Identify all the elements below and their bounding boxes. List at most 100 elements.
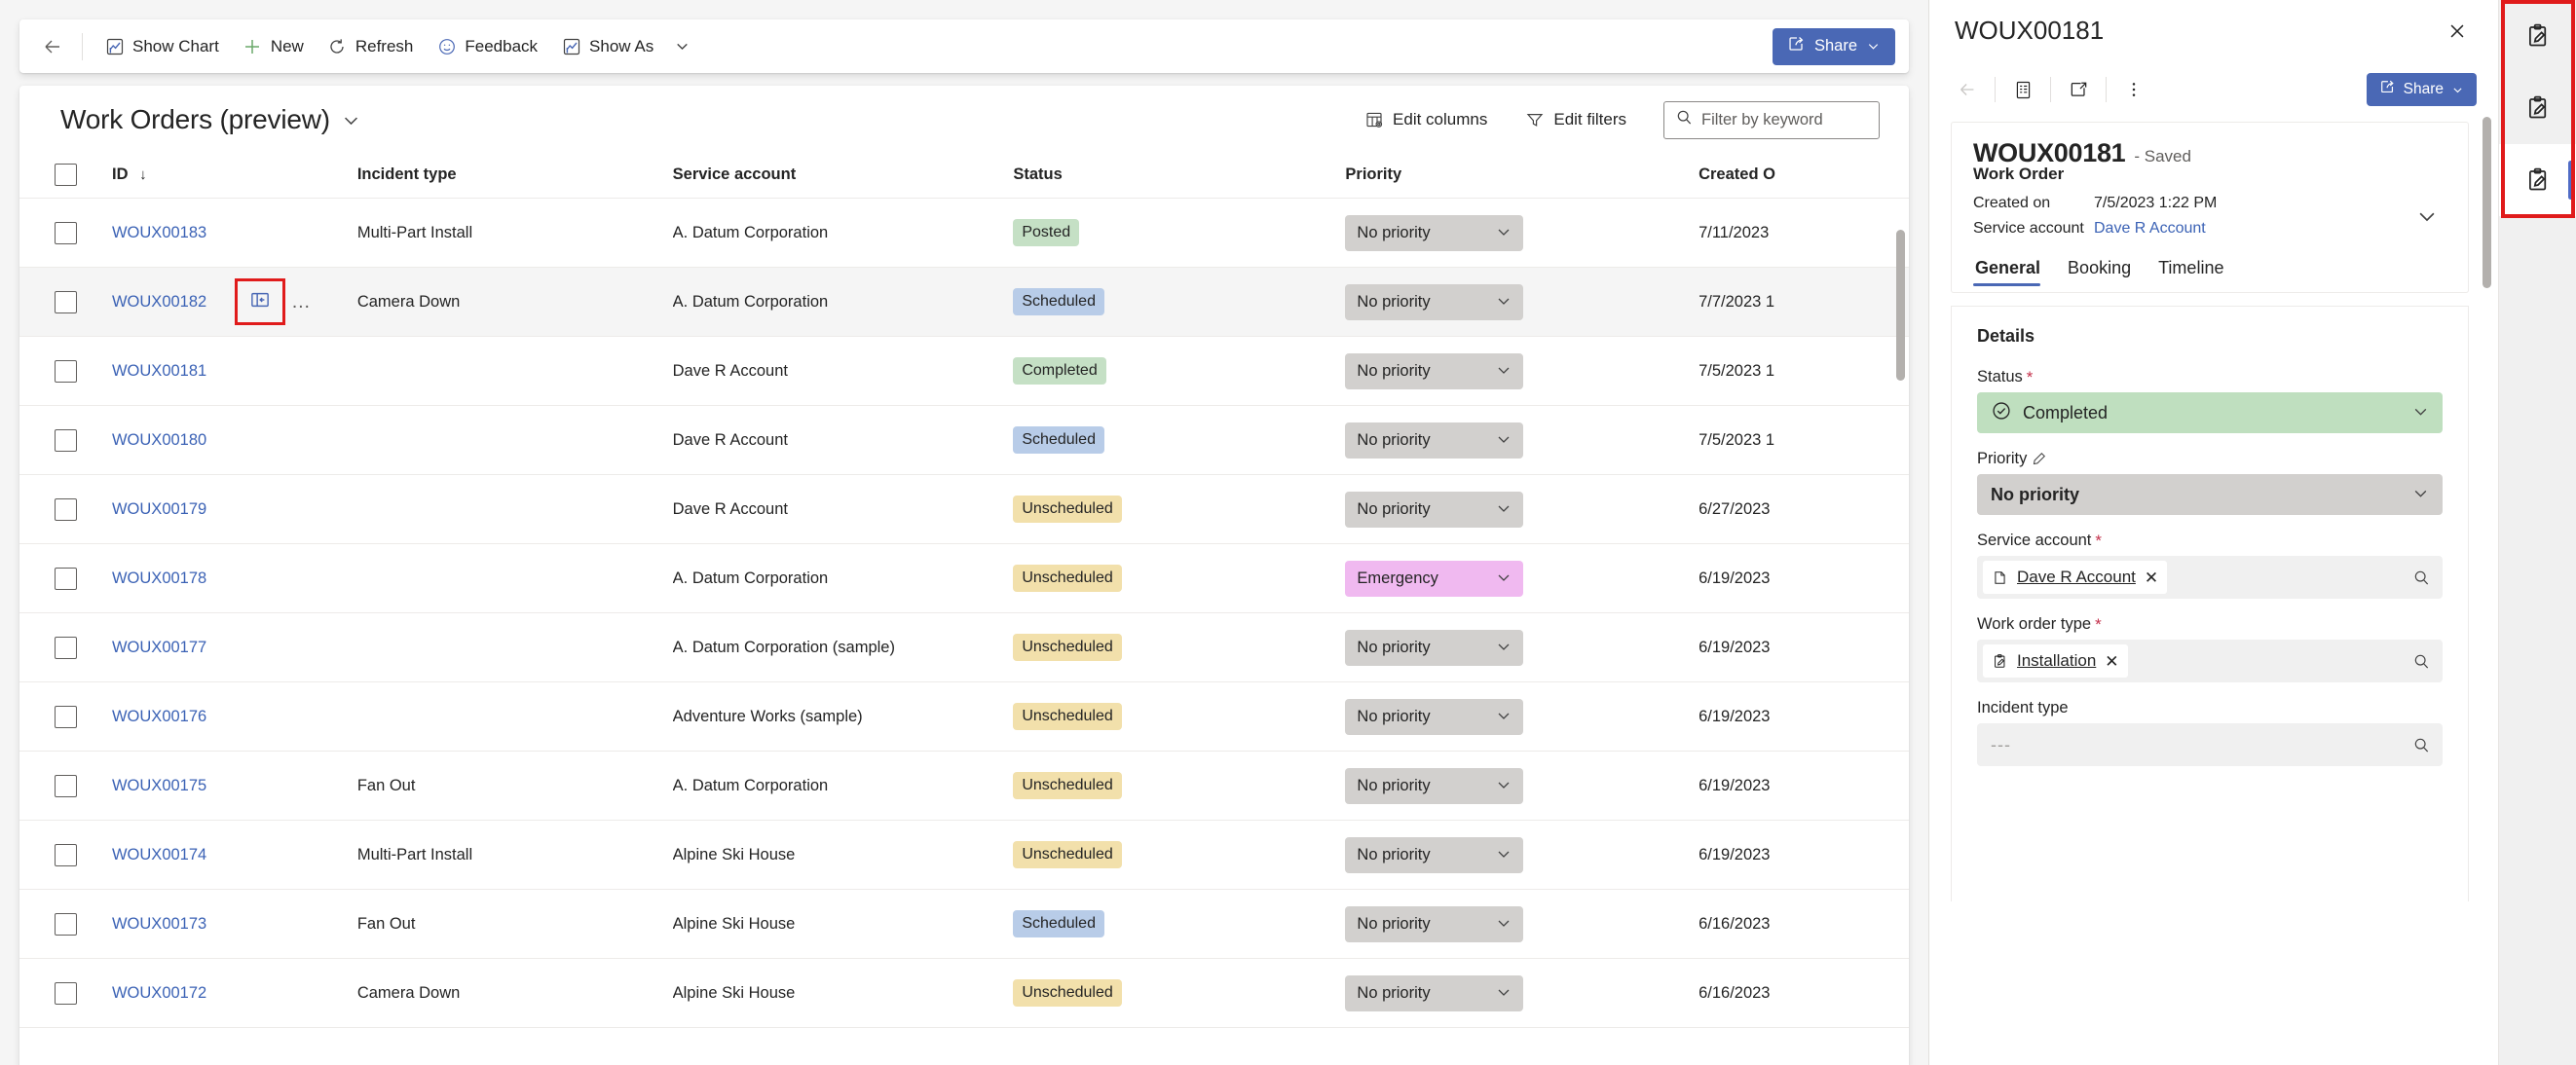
priority-select[interactable]: No priority [1345,767,1524,804]
table-row[interactable]: WOUX00178 A. Datum Corporation Unscheduled… [19,543,1909,613]
table-row[interactable]: WOUX00176 Adventure Works (sample) Unsched… [19,681,1909,752]
table-row[interactable]: WOUX00175 Fan Out A. Datum Corporation Unsc… [19,751,1909,821]
row-checkbox[interactable] [55,774,77,797]
edit-filters-button[interactable]: Edit filters [1512,101,1638,138]
priority-select[interactable]: No priority [1345,974,1524,1011]
service-account-chip[interactable]: Dave R Account ✕ [1983,561,2168,595]
priority-select[interactable]: No priority [1345,698,1524,735]
select-all-checkbox[interactable] [55,164,77,186]
column-header-incident-type[interactable]: Incident type [356,154,673,199]
close-button[interactable] [2438,12,2477,51]
row-checkbox[interactable] [55,981,77,1005]
table-row[interactable]: WOUX00182 … Camera Down A. Datum Corporatio… [19,267,1909,337]
back-button[interactable] [33,27,72,66]
search-box[interactable] [1663,100,1880,139]
service-account-chip-text[interactable]: Dave R Account [2017,568,2136,587]
record-link[interactable]: WOUX00176 [112,708,206,725]
priority-select[interactable]: No priority [1345,214,1524,251]
work-order-type-lookup[interactable]: Installation ✕ [1977,640,2443,683]
list-scrollbar[interactable] [1896,230,1905,1065]
lookup-search-icon[interactable] [2412,569,2431,587]
lookup-search-icon[interactable] [2412,736,2431,754]
priority-select[interactable]: No priority [1345,905,1524,942]
row-checkbox[interactable] [55,843,77,866]
new-button[interactable]: New [231,27,316,66]
table-row[interactable]: WOUX00183 Multi-Part Install A. Datum Corp… [19,198,1909,268]
record-link[interactable]: WOUX00175 [112,777,206,794]
panel-share-button[interactable]: Share [2366,73,2477,106]
share-button[interactable]: Share [1772,27,1895,65]
work-order-type-chip[interactable]: Installation ✕ [1983,644,2128,679]
incident-type-lookup[interactable]: --- [1977,723,2443,767]
priority-select[interactable]: No priority [1345,422,1524,459]
tab-timeline[interactable]: Timeline [2145,254,2237,292]
show-as-chevron-button[interactable] [665,27,698,66]
search-input[interactable] [1701,110,1868,129]
table-row[interactable]: WOUX00174 Multi-Part Install Alpine Ski Ho… [19,820,1909,890]
table-row[interactable]: WOUX00179 Dave R Account Unscheduled No pri… [19,474,1909,544]
row-checkbox[interactable] [55,221,77,244]
table-row[interactable]: WOUX00172 Camera Down Alpine Ski House Unsc… [19,958,1909,1028]
record-link[interactable]: WOUX00182 [112,293,206,311]
priority-select[interactable]: Emergency [1345,560,1524,597]
record-header-expand-button[interactable] [2409,199,2445,234]
column-header-service-account[interactable]: Service account [672,154,1014,199]
priority-select[interactable]: No priority [1345,629,1524,666]
row-checkbox[interactable] [55,567,77,590]
record-link[interactable]: WOUX00180 [112,431,206,449]
feedback-button[interactable]: Feedback [425,27,549,66]
record-link[interactable]: WOUX00183 [112,224,206,241]
priority-select[interactable]: No priority [1345,283,1524,320]
show-chart-button[interactable]: Show Chart [93,27,231,66]
record-link[interactable]: WOUX00174 [112,846,206,863]
record-link[interactable]: WOUX00181 [112,362,206,380]
record-link[interactable]: WOUX00178 [112,569,206,587]
panel-form-button[interactable] [2002,69,2043,110]
refresh-button[interactable]: Refresh [316,27,426,66]
rail-item-2[interactable] [2499,72,2576,144]
open-side-panel-button[interactable] [234,278,285,325]
panel-more-button[interactable] [2113,69,2154,110]
row-overflow-button[interactable]: … [287,291,313,313]
row-checkbox[interactable] [55,428,77,452]
table-row[interactable]: WOUX00173 Fan Out Alpine Ski House Schedule… [19,889,1909,959]
priority-select[interactable]: No priority [1977,474,2443,516]
status-select[interactable]: Completed [1977,392,2443,434]
column-header-status[interactable]: Status [1013,154,1346,199]
rail-item-3[interactable] [2499,144,2576,216]
column-header-priority[interactable]: Priority [1345,154,1699,199]
tab-general[interactable]: General [1973,254,2054,292]
record-link[interactable]: WOUX00173 [112,915,206,933]
record-link[interactable]: WOUX00172 [112,984,206,1002]
work-order-type-chip-text[interactable]: Installation [2017,651,2096,671]
panel-scrollbar[interactable] [2483,117,2491,779]
panel-scrollbar-thumb[interactable] [2483,117,2491,288]
show-as-button[interactable]: Show As [549,27,665,66]
record-link[interactable]: WOUX00177 [112,639,206,656]
panel-popout-button[interactable] [2058,69,2099,110]
view-selector-chevron[interactable] [342,111,360,129]
remove-chip-icon[interactable]: ✕ [2145,569,2158,586]
column-header-created-on[interactable]: Created O [1699,154,1909,199]
priority-select[interactable]: No priority [1345,491,1524,528]
row-checkbox[interactable] [55,359,77,383]
priority-select[interactable]: No priority [1345,836,1524,873]
lookup-search-icon[interactable] [2412,652,2431,671]
row-checkbox[interactable] [55,912,77,936]
remove-chip-icon[interactable]: ✕ [2105,653,2118,670]
table-row[interactable]: WOUX00180 Dave R Account Scheduled No prior… [19,405,1909,475]
service-account-lookup[interactable]: Dave R Account ✕ [1977,556,2443,600]
row-checkbox[interactable] [55,290,77,313]
priority-select[interactable]: No priority [1345,352,1524,389]
table-row[interactable]: WOUX00177 A. Datum Corporation (sample) Un… [19,612,1909,682]
row-checkbox[interactable] [55,497,77,521]
table-row[interactable]: WOUX00181 Dave R Account Completed No prior… [19,336,1909,406]
record-link[interactable]: WOUX00179 [112,500,206,518]
row-checkbox[interactable] [55,705,77,728]
edit-columns-button[interactable]: Edit columns [1352,101,1499,138]
row-checkbox[interactable] [55,636,77,659]
tab-booking[interactable]: Booking [2054,254,2145,292]
column-header-id[interactable]: ID ↓ [111,154,357,199]
panel-back-button[interactable] [1947,69,1988,110]
rail-item-1[interactable] [2499,0,2576,72]
